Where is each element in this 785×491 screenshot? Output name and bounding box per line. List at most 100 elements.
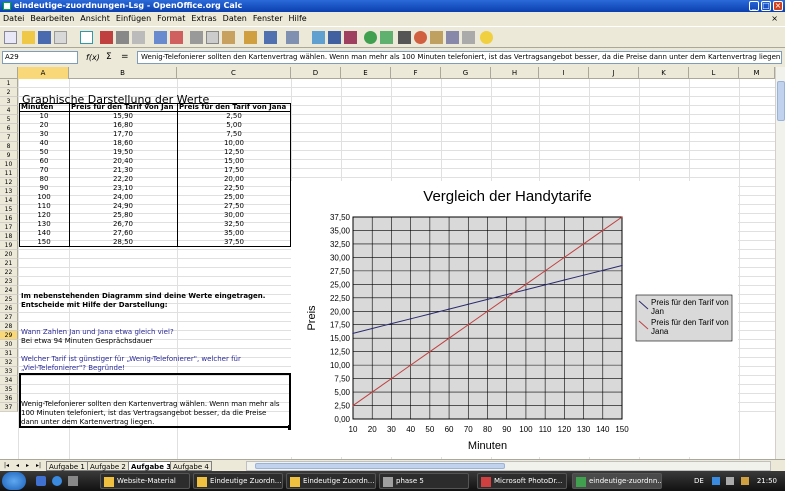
find-replace-icon[interactable] — [398, 31, 411, 44]
print-icon[interactable] — [116, 31, 129, 44]
last-sheet-icon[interactable]: ▸| — [36, 462, 41, 469]
menu-einfuegen[interactable]: Einfügen — [113, 12, 154, 26]
row-header[interactable]: 26 — [0, 304, 18, 313]
row-header[interactable]: 6 — [0, 124, 18, 133]
help-icon[interactable] — [480, 31, 493, 44]
next-sheet-icon[interactable]: ▸ — [26, 462, 29, 469]
vertical-scrollbar[interactable] — [775, 67, 785, 459]
tab-aufgabe-4[interactable]: Aufgabe 4 — [170, 461, 212, 471]
datapilot-icon[interactable] — [380, 31, 393, 44]
column-header-c[interactable]: C — [177, 67, 291, 79]
row-header[interactable]: 33 — [0, 367, 18, 376]
menu-extras[interactable]: Extras — [188, 12, 219, 26]
volume-icon[interactable] — [726, 477, 735, 485]
taskbar-item-calc[interactable]: eindeutige-zuordnn... — [572, 473, 662, 489]
spellcheck-icon[interactable] — [154, 31, 167, 44]
menu-bearbeiten[interactable]: Bearbeiten — [27, 12, 77, 26]
row-header[interactable]: 29 — [0, 331, 18, 340]
row-header[interactable]: 8 — [0, 142, 18, 151]
row-header[interactable]: 15 — [0, 205, 18, 214]
close-window-button[interactable]: × — [773, 1, 783, 11]
row-header[interactable]: 10 — [0, 160, 18, 169]
autospellcheck-icon[interactable] — [170, 31, 183, 44]
row-header[interactable]: 36 — [0, 394, 18, 403]
maximize-button[interactable]: □ — [761, 1, 771, 11]
name-box[interactable]: A29 — [2, 51, 78, 64]
email-icon[interactable] — [54, 31, 67, 44]
zoom-icon[interactable] — [462, 31, 475, 44]
row-header[interactable]: 20 — [0, 250, 18, 259]
column-header-m[interactable]: M — [739, 67, 775, 79]
column-header-d[interactable]: D — [291, 67, 341, 79]
menu-fenster[interactable]: Fenster — [250, 12, 286, 26]
sort-ascending-icon[interactable] — [328, 31, 341, 44]
row-header[interactable]: 18 — [0, 232, 18, 241]
new-document-icon[interactable] — [4, 31, 17, 44]
row-header[interactable]: 17 — [0, 223, 18, 232]
row-header[interactable]: 23 — [0, 277, 18, 286]
column-header-h[interactable]: H — [491, 67, 539, 79]
row-header[interactable]: 9 — [0, 151, 18, 160]
row-header[interactable]: 37 — [0, 403, 18, 412]
hyperlink-icon[interactable] — [312, 31, 325, 44]
start-button[interactable] — [2, 472, 26, 490]
quicklaunch-desktop-icon[interactable] — [36, 476, 46, 486]
taskbar-item-phase-5[interactable]: phase 5 — [379, 473, 469, 489]
row-header[interactable]: 31 — [0, 349, 18, 358]
tab-aufgabe-2[interactable]: Aufgabe 2 — [87, 461, 129, 471]
sort-descending-icon[interactable] — [344, 31, 357, 44]
row-header[interactable]: 3 — [0, 97, 18, 106]
horizontal-scrollbar-thumb[interactable] — [255, 463, 505, 469]
function-wizard-icon[interactable]: f(x) — [86, 51, 100, 64]
save-icon[interactable] — [38, 31, 51, 44]
network-icon[interactable] — [712, 477, 721, 485]
taskbar-item-eindeutige-2[interactable]: Eindeutige Zuordn... — [286, 473, 376, 489]
tray-app-icon[interactable] — [740, 477, 749, 485]
column-header-j[interactable]: J — [589, 67, 639, 79]
format-paintbrush-icon[interactable] — [244, 31, 257, 44]
taskbar-item-website-material[interactable]: Website-Material — [100, 473, 190, 489]
column-header-i[interactable]: I — [539, 67, 589, 79]
column-header-e[interactable]: E — [341, 67, 391, 79]
gallery-icon[interactable] — [430, 31, 443, 44]
row-header[interactable]: 25 — [0, 295, 18, 304]
menu-daten[interactable]: Daten — [220, 12, 250, 26]
row-header[interactable]: 1 — [0, 79, 18, 88]
row-header[interactable]: 16 — [0, 214, 18, 223]
chart-icon[interactable] — [364, 31, 377, 44]
row-header[interactable]: 28 — [0, 322, 18, 331]
cut-icon[interactable] — [190, 31, 203, 44]
tab-aufgabe-1[interactable]: Aufgabe 1 — [46, 461, 88, 471]
prev-sheet-icon[interactable]: ◂ — [16, 462, 19, 469]
row-header[interactable]: 14 — [0, 196, 18, 205]
column-header-b[interactable]: B — [69, 67, 177, 79]
row-header[interactable]: 27 — [0, 313, 18, 322]
row-header[interactable]: 4 — [0, 106, 18, 115]
spreadsheet-grid[interactable]: A B C D E F G H I J K L M 1 2 3 4 5 6 7 8 9 10 11 1… — [0, 67, 775, 459]
paste-icon[interactable] — [222, 31, 235, 44]
row-header[interactable]: 19 — [0, 241, 18, 250]
row-header[interactable]: 7 — [0, 133, 18, 142]
close-document-icon[interactable]: × — [768, 12, 781, 26]
menu-format[interactable]: Format — [154, 12, 188, 26]
quicklaunch-explorer-icon[interactable] — [68, 476, 78, 486]
copy-icon[interactable] — [206, 31, 219, 44]
menu-ansicht[interactable]: Ansicht — [77, 12, 113, 26]
navigator-icon[interactable] — [414, 31, 427, 44]
column-header-k[interactable]: K — [639, 67, 689, 79]
row-header[interactable]: 32 — [0, 358, 18, 367]
open-folder-icon[interactable] — [22, 31, 35, 44]
row-header[interactable]: 34 — [0, 376, 18, 385]
column-header-g[interactable]: G — [441, 67, 491, 79]
first-sheet-icon[interactable]: |◂ — [4, 462, 9, 469]
column-header-l[interactable]: L — [689, 67, 739, 79]
row-header[interactable]: 30 — [0, 340, 18, 349]
column-header-a[interactable]: A — [18, 67, 69, 79]
data-sources-icon[interactable] — [446, 31, 459, 44]
page-preview-icon[interactable] — [132, 31, 145, 44]
select-all-corner[interactable] — [0, 67, 18, 79]
row-header[interactable]: 2 — [0, 88, 18, 97]
function-icon[interactable]: = — [121, 51, 129, 64]
row-header[interactable]: 12 — [0, 178, 18, 187]
row-header[interactable]: 21 — [0, 259, 18, 268]
